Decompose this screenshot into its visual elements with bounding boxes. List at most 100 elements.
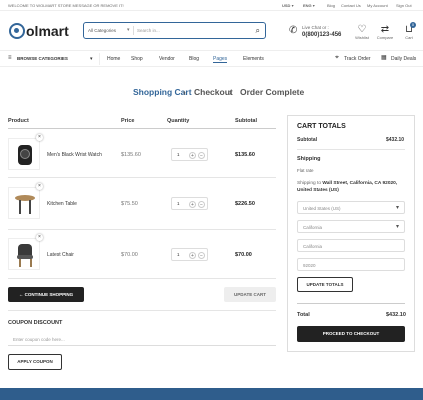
chevron-down-icon: ▾ [395,224,399,230]
browse-categories-button[interactable]: BROWSE CATEGORIES [17,56,68,61]
logo[interactable]: olmart [9,23,69,39]
product-thumbnail[interactable] [8,238,40,270]
cart-label: Cart [405,35,413,40]
state-value: California [303,225,323,230]
row-divider [8,177,276,178]
quantity-value[interactable]: 1 [177,201,180,206]
welcome-message: WELCOME TO WOLMART STORE MESSAGE OR REMO… [8,3,124,8]
quantity-stepper[interactable]: 1 + − [171,148,208,161]
city-value: California [303,244,323,249]
totals-divider [297,303,405,304]
daily-deals-link[interactable]: Daily Deals [391,56,416,62]
col-header-price: Price [121,118,135,124]
chair-leg [19,259,21,267]
chevron-down-icon: ▾ [127,27,130,33]
compare-icon[interactable]: ⇄ [375,24,395,35]
product-subtotal: $226.50 [235,201,255,207]
remove-item-icon[interactable]: × [36,134,43,141]
plus-icon[interactable]: + [189,200,196,208]
section-divider [8,310,276,311]
chair-leg [30,259,32,267]
product-price: $70.00 [121,252,138,258]
shipping-label: Shipping [297,156,321,162]
live-chat-label: Live Chat or : [302,25,329,30]
nav-item-blog[interactable]: Blog [189,56,199,62]
topbar-link-contact[interactable]: Contact Us [341,3,361,8]
calendar-icon: ▦ [381,55,387,61]
row-divider [8,229,276,230]
topbar-link-account[interactable]: My Account [367,3,388,8]
topbar-link-signout[interactable]: Sign Out [396,3,412,8]
subtotal-label: Subtotal [297,137,317,143]
currency-select[interactable]: USD ▾ [282,3,294,8]
nav-item-vendor[interactable]: Vendor [159,56,175,62]
minus-icon[interactable]: − [198,200,205,208]
quantity-stepper[interactable]: 1 + − [171,248,208,261]
menu-icon: ≡ [8,55,12,61]
product-price: $75.50 [121,201,138,207]
logo-mark-icon [9,23,25,39]
product-thumbnail[interactable] [8,187,40,219]
search-icon[interactable]: ⌕ [256,26,260,36]
quantity-value[interactable]: 1 [177,252,180,257]
coupon-title: COUPON DISCOUNT [8,320,63,326]
phone-number[interactable]: 0(800)123-456 [302,32,341,38]
chevron-right-icon: › [229,87,232,97]
table-leg [19,200,21,214]
product-thumbnail[interactable] [8,138,40,170]
search-divider [133,26,134,35]
totals-divider [297,149,405,150]
total-value: $432.10 [386,312,406,318]
proceed-to-checkout-button[interactable]: PROCEED TO CHECKOUT [297,326,405,342]
flat-rate-label: Flat rate [297,168,314,173]
track-order-link[interactable]: Track Order [344,56,370,62]
category-select[interactable]: All Categories [88,28,116,33]
topbar-link-blog[interactable]: Blog [327,3,335,8]
step-checkout: Checkout [194,87,233,97]
compare-label: Compare [376,35,394,40]
remove-item-icon[interactable]: × [36,234,43,241]
quantity-value[interactable]: 1 [177,152,180,157]
header-divider [8,128,276,129]
minus-icon[interactable]: − [198,251,205,259]
nav-divider [99,53,100,65]
quantity-stepper[interactable]: 1 + − [171,197,208,210]
cart-count-badge: 0 [410,22,416,28]
nav-item-elements[interactable]: Elements [243,56,264,62]
nav-item-home[interactable]: Home [107,56,120,62]
product-name[interactable]: Men's Black Wrist Watch [47,152,102,158]
remove-item-icon[interactable]: × [36,183,43,190]
product-subtotal: $135.60 [235,152,255,158]
nav-item-pages[interactable]: Pages [213,56,228,63]
continue-shopping-button[interactable]: ← CONTINUE SHOPPING [8,287,84,302]
country-select[interactable]: United States (US) ▾ [297,201,405,214]
chevron-right-icon: › [183,87,186,97]
product-name[interactable]: Kitchen Table [47,201,77,207]
minus-icon[interactable]: − [198,151,205,159]
plus-icon[interactable]: + [189,151,196,159]
zip-value: 92020 [303,263,316,268]
cart-totals-title: CART TOTALS [297,123,346,130]
coupon-input[interactable]: Enter coupon code here... [8,335,276,346]
city-input[interactable]: California [297,239,405,252]
step-order-complete: Order Complete [240,87,305,97]
col-header-quantity: Quantity [167,118,190,124]
apply-coupon-button[interactable]: APPLY COUPON [8,354,62,370]
main-nav: ≡ BROWSE CATEGORIES ▾ Home Shop Vendor B… [0,50,423,67]
heart-icon[interactable]: ♡ [352,24,372,35]
chevron-down-icon: ▾ [395,205,399,211]
update-totals-button[interactable]: UPDATE TOTALS [297,277,353,292]
plus-icon[interactable]: + [189,251,196,259]
zip-input[interactable]: 92020 [297,258,405,271]
state-select[interactable]: California ▾ [297,220,405,233]
table-image [15,195,35,201]
logo-text: olmart [26,23,69,39]
update-cart-button[interactable]: UPDATE CART [224,287,276,302]
search-bar: All Categories ▾ Search in... ⌕ [83,22,266,39]
product-name[interactable]: Latest Chair [47,252,74,258]
language-select[interactable]: ENG ▾ [303,3,315,8]
search-input[interactable]: Search in... [137,28,160,33]
cart-icon[interactable]: ⊔ [399,24,419,35]
row-divider [8,278,276,279]
nav-item-shop[interactable]: Shop [131,56,143,62]
